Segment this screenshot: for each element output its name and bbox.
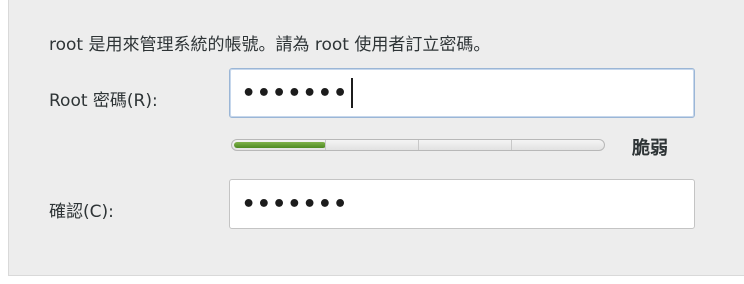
meter-divider — [325, 140, 326, 150]
password-strength-fill — [234, 142, 326, 148]
root-password-panel: root 是用來管理系統的帳號。請為 root 使用者訂立密碼。 Root 密碼… — [8, 0, 744, 276]
root-password-value: ••••••• — [242, 80, 349, 106]
confirm-password-label: 確認(C): — [49, 202, 114, 222]
meter-divider — [511, 140, 512, 150]
intro-text: root 是用來管理系統的帳號。請為 root 使用者訂立密碼。 — [49, 35, 491, 55]
text-caret — [350, 78, 353, 108]
root-password-label: Root 密碼(R): — [49, 91, 158, 111]
confirm-password-value: ••••••• — [242, 191, 349, 217]
meter-divider — [418, 140, 419, 150]
password-strength-label: 脆弱 — [632, 138, 668, 159]
root-password-field[interactable]: ••••••• — [229, 68, 695, 118]
confirm-password-field[interactable]: ••••••• — [229, 179, 695, 229]
password-strength-meter — [231, 139, 605, 151]
